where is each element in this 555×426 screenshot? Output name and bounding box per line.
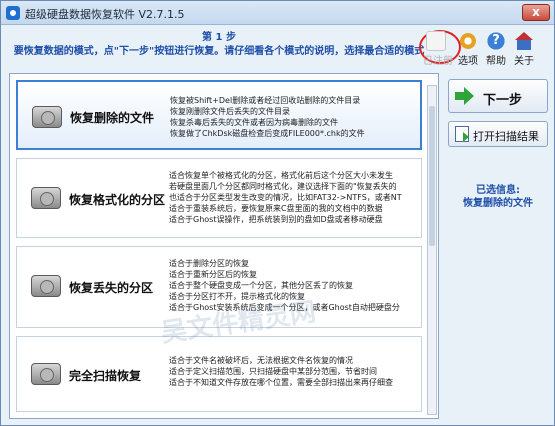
open-file-icon [455,126,469,142]
step-label: 第 1 步 [202,32,236,43]
mode-item-full-scan[interactable]: 完全扫描恢复 适合于文件名被破坏后，无法根据文件名恢复的情况 适合于定义扫描范围… [16,336,422,412]
close-button[interactable]: x [522,4,550,21]
options-button[interactable]: 选项 [455,29,481,67]
desc-line: 恢复做了ChkDsk磁盘检查后变成FILE000*.chk的文件 [170,129,365,138]
desc-line: 适合恢复单个被格式化的分区，格式化前后这个分区大小未发生 [169,171,393,180]
mode-name: 恢复删除的文件 [70,111,155,125]
desc-line: 恢复杀毒后丢失的文件或者因为病毒删除的文件 [170,118,338,127]
about-button[interactable]: 关于 [511,29,537,67]
desc-line: 恢复被Shift+Del删除或者经过回收站删除的文件目录 [170,96,361,105]
registered-label: 已注册 [423,56,453,67]
help-label: 帮助 [486,56,506,67]
mode-name: 恢复丢失的分区 [69,281,154,295]
open-scan-label: 打开扫描结果 [473,130,539,143]
window-title: 超级硬盘数据恢复软件 V2.7.1.5 [25,8,185,21]
title-bar[interactable]: 超级硬盘数据恢复软件 V2.7.1.5 x [1,1,554,25]
mode-list: 恢复删除的文件 恢复被Shift+Del删除或者经过回收站删除的文件目录 恢复刚… [9,73,439,419]
options-label: 选项 [458,56,478,67]
disk-icon [31,275,61,297]
desc-line: 适合于重新分区后的恢复 [169,270,257,279]
help-icon: ? [486,31,506,51]
arrow-right-icon [455,87,475,105]
disk-icon [31,187,61,209]
step-instruction: 要恢复数据的模式，点"下一步"按钮进行恢复。请仔细看各个模式的说明，选择最合适的… [13,46,425,57]
scrollbar-thumb[interactable] [429,106,435,246]
app-window: 超级硬盘数据恢复软件 V2.7.1.5 x 第 1 步 要恢复数据的模式，点"下… [0,0,555,426]
desc-line: 适合于删除分区的恢复 [169,259,249,268]
step-header: 第 1 步 要恢复数据的模式，点"下一步"按钮进行恢复。请仔细看各个模式的说明，… [9,31,429,59]
mode-item-recover-formatted[interactable]: 恢复格式化的分区 适合恢复单个被格式化的分区，格式化前后这个分区大小未发生 若硬… [16,158,422,238]
desc-line: 适合于重装系统后，要恢复原来C盘里面的我的文档中的数据 [169,204,383,213]
mode-name: 完全扫描恢复 [69,369,142,383]
mode-item-recover-deleted[interactable]: 恢复删除的文件 恢复被Shift+Del删除或者经过回收站删除的文件目录 恢复刚… [16,80,422,150]
mode-list-scrollbar[interactable] [427,85,437,415]
help-button[interactable]: ? 帮助 [483,29,509,67]
app-icon [6,6,20,20]
desc-line: 也适合于分区类型发生改变的情况，比如FAT32->NTFS，或者NT [169,193,402,202]
about-label: 关于 [514,56,534,67]
top-toolbar: 已注册 选项 ? 帮助 关于 [421,29,551,71]
mode-description: 恢复被Shift+Del删除或者经过回收站删除的文件目录 恢复刚删除文件后丢失的… [170,95,416,139]
desc-line: 适合于整个硬盘变成一个分区，其他分区丢了的恢复 [169,281,353,290]
disk-icon [31,363,61,385]
desc-line: 适合于文件名被破坏后，无法根据文件名恢复的情况 [169,356,353,365]
selected-info-value: 恢复删除的文件 [463,198,533,209]
desc-line: 若硬盘里面几个分区都同时格式化，建议选择下面的"恢复丢失的 [169,182,397,191]
gear-icon [458,31,478,51]
disk-icon [32,106,62,128]
desc-line: 适合于不知道文件存放在哪个位置，需要全部扫描出来再仔细查 [169,378,393,387]
desc-line: 适合于Ghost误操作，把系统装到别的盘如D盘或者移动硬盘 [169,215,383,224]
registered-icon [426,31,446,51]
home-icon [514,31,534,51]
mode-name: 恢复格式化的分区 [69,193,166,207]
open-scan-results-button[interactable]: 打开扫描结果 [448,121,548,147]
selected-info-title: 已选信息: [476,185,520,196]
registered-button[interactable]: 已注册 [423,29,453,67]
next-label: 下一步 [483,93,523,108]
selected-info: 已选信息: 恢复删除的文件 [443,184,553,210]
mode-description: 适合于文件名被破坏后，无法根据文件名恢复的情况 适合于定义扫描范围，只扫描硬盘中… [169,355,417,388]
mode-description: 适合恢复单个被格式化的分区，格式化前后这个分区大小未发生 若硬盘里面几个分区都同… [169,170,417,225]
next-button[interactable]: 下一步 [448,79,548,113]
desc-line: 适合于定义扫描范围，只扫描硬盘中某部分范围，节省时间 [169,367,377,376]
desc-line: 恢复刚删除文件后丢失的文件目录 [170,107,290,116]
